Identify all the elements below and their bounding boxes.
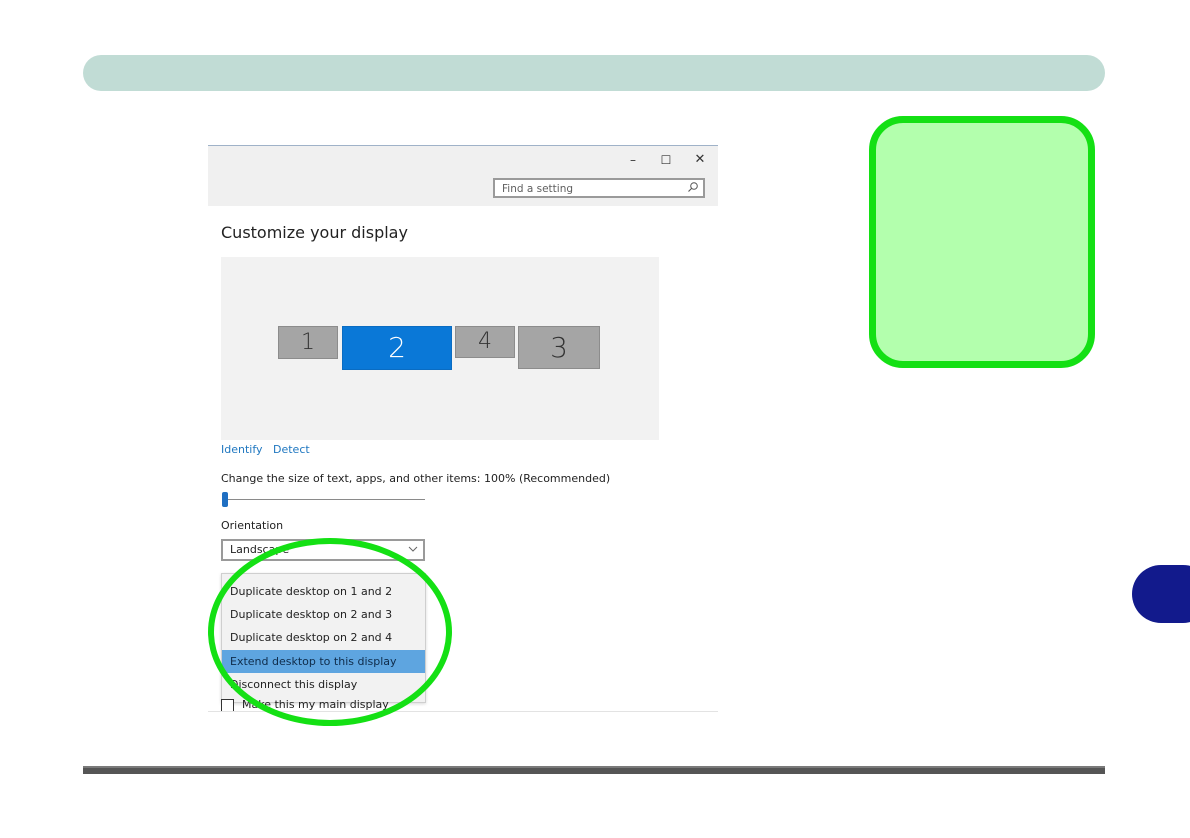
display-arrangement-preview: 1 2 4 3 xyxy=(221,257,659,440)
main-display-label: Make this my main display xyxy=(242,698,389,711)
scale-label: Change the size of text, apps, and other… xyxy=(221,472,611,485)
chapter-tab xyxy=(1132,565,1190,623)
orientation-label: Orientation xyxy=(221,519,284,532)
maximize-button[interactable]: ☐ xyxy=(655,152,677,168)
page-header-bar xyxy=(83,55,1105,91)
search-box[interactable] xyxy=(493,178,705,198)
orientation-value: Landscape xyxy=(230,543,290,556)
monitor-2-selected[interactable]: 2 xyxy=(342,326,452,370)
chevron-down-icon xyxy=(408,546,418,552)
monitor-3[interactable]: 3 xyxy=(518,326,600,369)
option-duplicate-2-4[interactable]: Duplicate desktop on 2 and 4 xyxy=(222,626,425,649)
window-title-bar: – ☐ ✕ xyxy=(208,145,718,206)
close-button[interactable]: ✕ xyxy=(689,152,711,168)
identify-link[interactable]: Identify xyxy=(221,443,263,456)
scale-slider-track[interactable] xyxy=(225,499,425,500)
monitor-1[interactable]: 1 xyxy=(278,326,338,359)
minimize-button[interactable]: – xyxy=(622,152,644,168)
detect-link[interactable]: Detect xyxy=(273,443,310,456)
search-input[interactable] xyxy=(495,180,688,197)
divider xyxy=(208,711,718,712)
scale-slider-thumb[interactable] xyxy=(222,492,228,507)
option-duplicate-1-2[interactable]: Duplicate desktop on 1 and 2 xyxy=(222,580,425,603)
search-icon[interactable] xyxy=(687,181,699,193)
orientation-select[interactable]: Landscape xyxy=(221,539,425,561)
option-extend-desktop-selected[interactable]: Extend desktop to this display xyxy=(222,650,425,673)
option-duplicate-2-3[interactable]: Duplicate desktop on 2 and 3 xyxy=(222,603,425,626)
multiple-displays-dropdown: Duplicate desktop on 1 and 2 Duplicate d… xyxy=(221,573,426,703)
settings-window: – ☐ ✕ Customize your display 1 2 4 3 Ide… xyxy=(208,145,718,715)
page-title: Customize your display xyxy=(221,223,408,242)
monitor-4[interactable]: 4 xyxy=(455,326,515,358)
green-callout-box xyxy=(869,116,1095,368)
option-disconnect-display[interactable]: Disconnect this display xyxy=(222,673,425,696)
page-footer-rule xyxy=(83,766,1105,774)
